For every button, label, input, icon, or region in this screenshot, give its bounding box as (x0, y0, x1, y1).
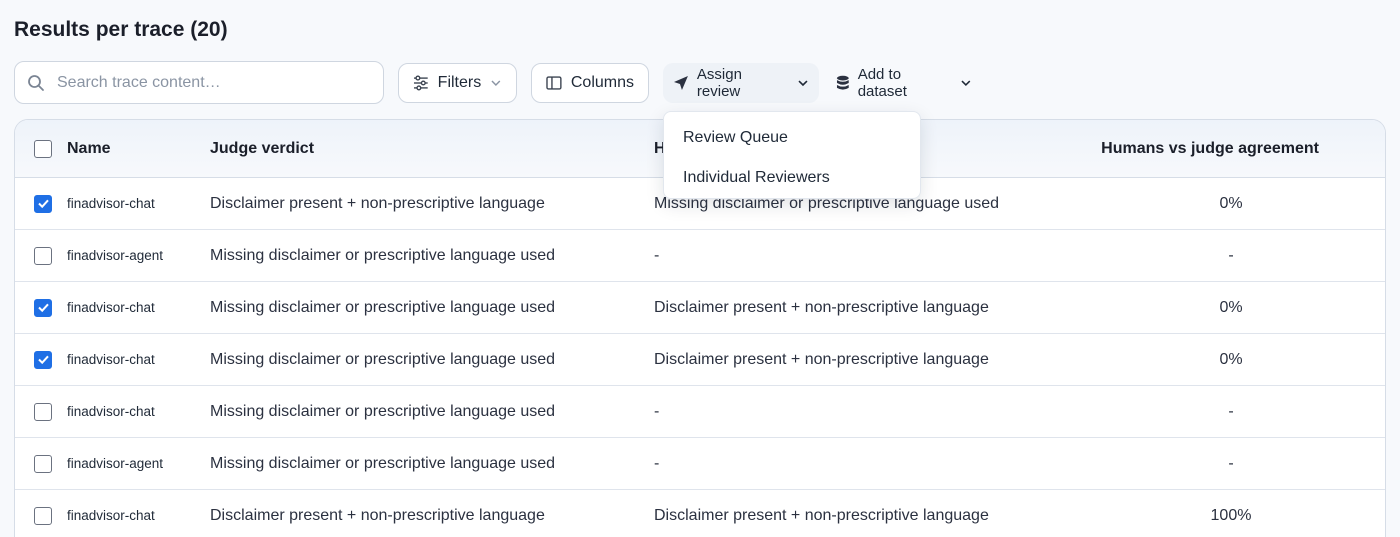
header-name[interactable]: Name (67, 120, 111, 177)
assign-review-label: Assign review (696, 66, 742, 100)
row-judge-verdict: Disclaimer present + non-prescriptive la… (210, 194, 545, 212)
header-agreement[interactable]: Humans vs judge agreement (1101, 120, 1319, 177)
results-page: Results per trace (20) Filters Columns (0, 0, 1400, 537)
row-human-verdict: Disclaimer present + non-prescriptive la… (654, 298, 989, 316)
row-checkbox[interactable] (34, 334, 52, 385)
row-name: finadvisor-chat (67, 196, 155, 211)
row-human-verdict: Disclaimer present + non-prescriptive la… (654, 506, 989, 524)
chevron-down-icon (798, 80, 808, 87)
assign-review-menu: Review Queue Individual Reviewers (663, 111, 921, 199)
search-box[interactable] (14, 61, 384, 104)
checkbox-box[interactable] (34, 139, 52, 158)
add-to-dataset-label: Add to dataset (857, 66, 907, 100)
row-name: finadvisor-agent (67, 248, 164, 263)
row-human-verdict: - (654, 402, 660, 420)
table-row[interactable]: finadvisor-chat Missing disclaimer or pre… (15, 282, 1385, 334)
row-checkbox[interactable] (34, 230, 52, 281)
check-icon (37, 199, 49, 209)
check-icon (37, 303, 49, 313)
check-icon (37, 355, 49, 365)
row-judge-verdict: Missing disclaimer or prescriptive langu… (210, 402, 556, 420)
row-agreement: - (1228, 454, 1234, 472)
menu-item-individual-reviewers[interactable]: Individual Reviewers (664, 158, 920, 198)
checkbox-checked[interactable] (34, 194, 52, 213)
table-body: finadvisor-chat Disclaimer present + non-… (15, 178, 1385, 537)
filters-button[interactable]: Filters (398, 63, 517, 103)
table-row[interactable]: finadvisor-chat Missing disclaimer or pre… (15, 386, 1385, 438)
row-agreement: 100% (1210, 506, 1252, 524)
row-checkbox[interactable] (34, 490, 52, 537)
chevron-down-icon (961, 80, 971, 87)
row-checkbox[interactable] (34, 438, 52, 489)
database-icon (836, 75, 849, 90)
row-human-verdict: - (654, 454, 660, 472)
table-row[interactable]: finadvisor-chat Missing disclaimer or pre… (15, 334, 1385, 386)
row-checkbox[interactable] (34, 386, 52, 437)
row-checkbox[interactable] (34, 178, 52, 229)
table-row[interactable]: finadvisor-agent Missing disclaimer or pr… (15, 438, 1385, 490)
header-judge-verdict[interactable]: Judge verdict (210, 120, 314, 177)
checkbox-unchecked[interactable] (34, 454, 52, 473)
checkbox-checked[interactable] (34, 298, 52, 317)
row-judge-verdict: Missing disclaimer or prescriptive langu… (210, 246, 556, 264)
row-judge-verdict: Missing disclaimer or prescriptive langu… (210, 454, 556, 472)
send-icon (673, 76, 688, 90)
table-row[interactable]: finadvisor-agent Missing disclaimer or pr… (15, 230, 1385, 282)
columns-button[interactable]: Columns (531, 63, 649, 103)
select-all-checkbox[interactable] (34, 120, 52, 177)
row-agreement: - (1228, 246, 1234, 264)
row-agreement: - (1228, 402, 1234, 420)
row-name: finadvisor-chat (67, 508, 155, 523)
sliders-icon (413, 75, 428, 91)
row-name: finadvisor-chat (67, 352, 155, 367)
row-judge-verdict: Disclaimer present + non-prescriptive la… (210, 506, 545, 524)
search-icon (28, 74, 44, 91)
columns-label: Columns (570, 74, 634, 91)
row-checkbox[interactable] (34, 282, 52, 333)
row-agreement: 0% (1219, 298, 1243, 316)
row-name: finadvisor-chat (67, 300, 155, 315)
checkbox-unchecked[interactable] (34, 246, 52, 265)
search-input[interactable] (57, 73, 357, 92)
row-name: finadvisor-agent (67, 456, 164, 471)
menu-item-review-queue[interactable]: Review Queue (664, 118, 920, 158)
table-row[interactable]: finadvisor-chat Disclaimer present + non-… (15, 490, 1385, 537)
row-agreement: 0% (1219, 194, 1243, 212)
columns-icon (546, 76, 562, 90)
page-title: Results per trace (20) (14, 18, 228, 41)
checkbox-unchecked[interactable] (34, 402, 52, 421)
assign-review-button[interactable]: Assign review (663, 63, 819, 103)
row-human-verdict: Disclaimer present + non-prescriptive la… (654, 350, 989, 368)
row-human-verdict: - (654, 246, 660, 264)
checkbox-unchecked[interactable] (34, 506, 52, 525)
row-judge-verdict: Missing disclaimer or prescriptive langu… (210, 350, 556, 368)
checkbox-checked[interactable] (34, 350, 52, 369)
row-judge-verdict: Missing disclaimer or prescriptive langu… (210, 298, 556, 316)
chevron-down-icon (491, 80, 501, 87)
row-agreement: 0% (1219, 350, 1243, 368)
row-name: finadvisor-chat (67, 404, 155, 419)
filters-label: Filters (437, 74, 482, 91)
add-to-dataset-button[interactable]: Add to dataset (826, 63, 982, 103)
